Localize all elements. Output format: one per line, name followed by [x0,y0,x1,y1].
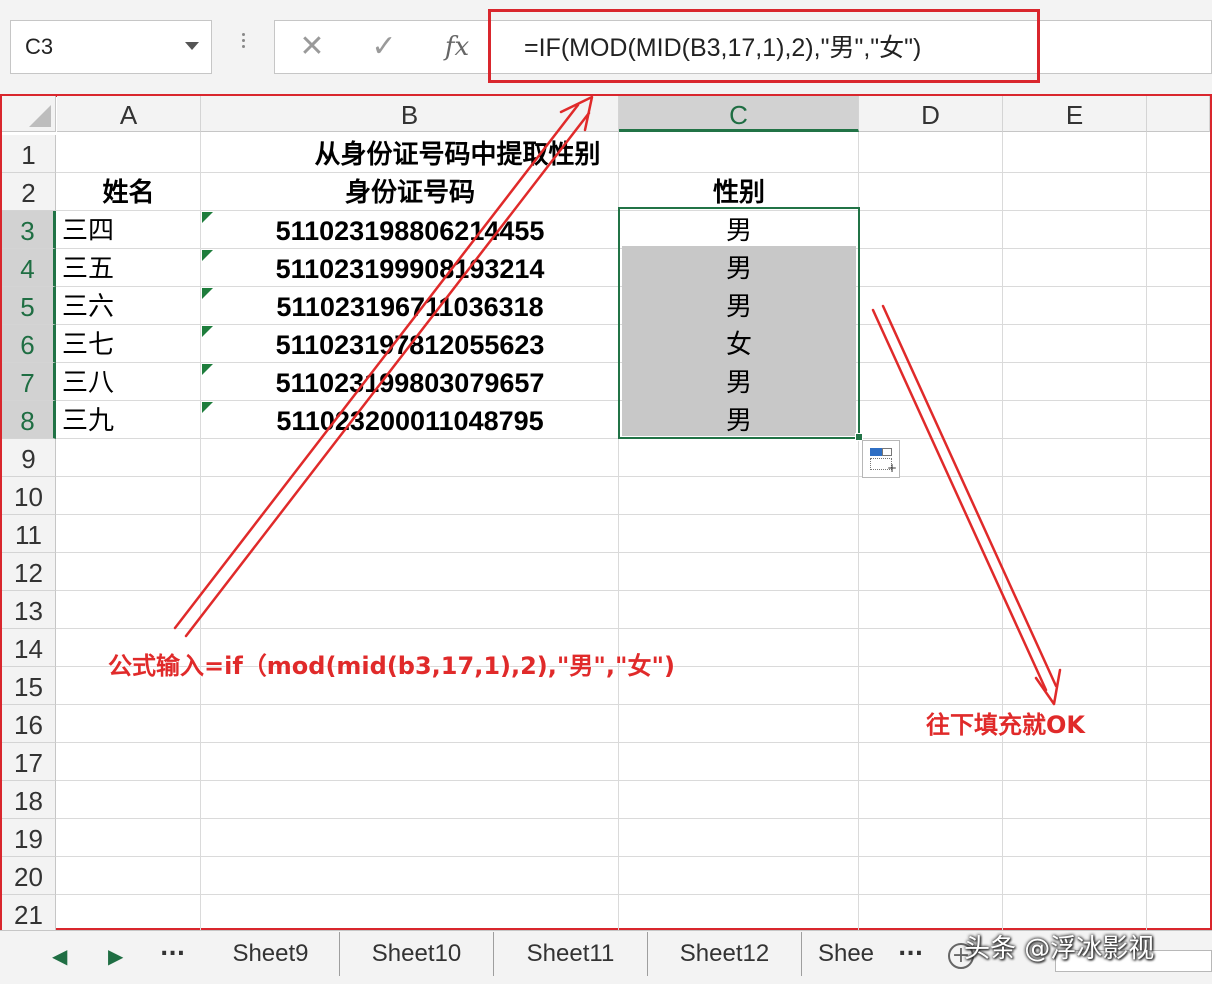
tab-sheet11[interactable]: Sheet11 [494,932,648,976]
tab-sheet9[interactable]: Sheet9 [202,932,340,976]
tab-sheet10[interactable]: Sheet10 [340,932,494,976]
formula-arrowhead [559,95,594,132]
tab-sheet12[interactable]: Sheet12 [648,932,802,976]
fill-arrow-line-2 [881,304,1058,688]
annotation-fill-note: 往下填充就OK [926,711,1085,739]
tab-sheet-partial[interactable]: Shee [802,932,890,976]
prev-sheet-icon[interactable]: ◀ [52,944,67,968]
next-sheet-icon[interactable]: ▶ [108,944,123,968]
more-sheets-left-button[interactable]: ... [160,936,185,961]
watermark: 头条 @浮冰影视 [964,934,1155,964]
more-sheets-right-button[interactable]: ... [898,936,923,961]
fill-arrow-line-1 [871,308,1048,692]
annotation-arrows [173,95,1062,706]
formula-arrow-line-1 [173,103,580,630]
annotation-formula-note: 公式输入=if（mod(mid(b3,17,1),2),"男","女") [108,652,675,680]
formula-arrow-line-2 [184,111,591,638]
